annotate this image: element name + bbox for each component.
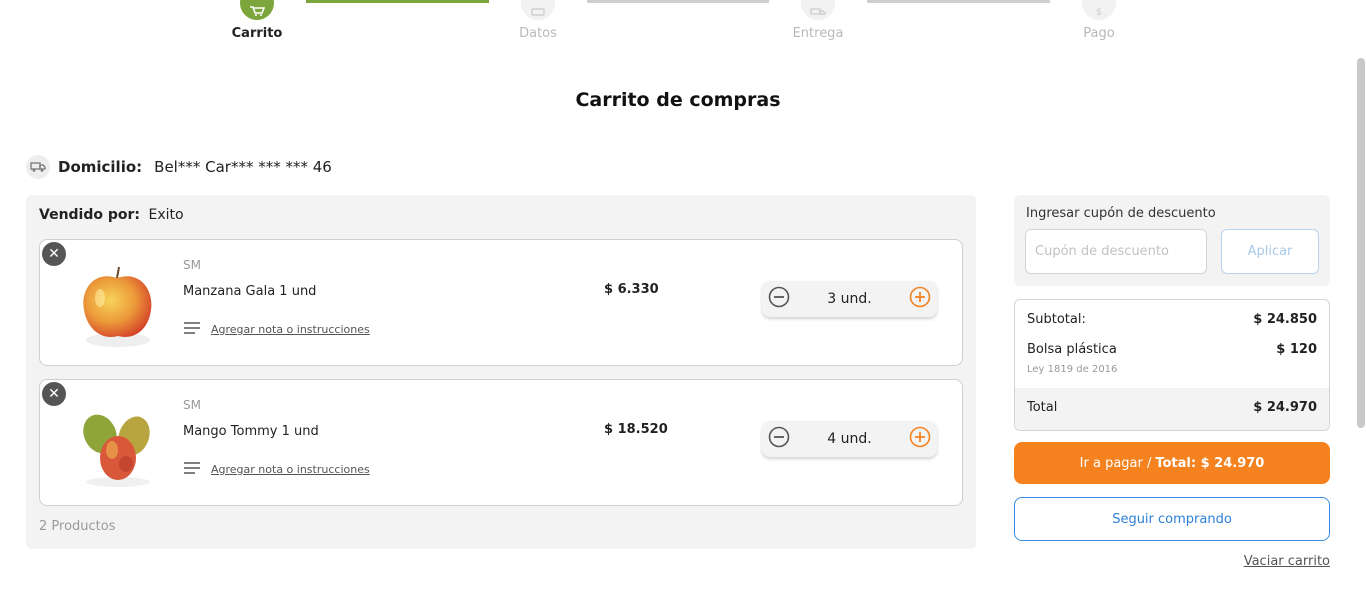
empty-cart-link[interactable]: Vaciar carrito [1214, 554, 1330, 569]
total-value: $ 24.970 [1253, 400, 1317, 415]
quantity-stepper: 4 und. [762, 421, 937, 457]
seller-name: Exito [148, 207, 184, 223]
step-carrito[interactable]: Carrito [212, 0, 302, 41]
step-label: Entrega [792, 26, 844, 41]
checkout-stepper: Carrito Datos Entrega $ Pago [0, 0, 1366, 50]
quantity-stepper: 3 und. [762, 281, 937, 317]
scrollbar-thumb[interactable] [1357, 58, 1365, 428]
remove-item-button[interactable]: ✕ [42, 242, 66, 266]
apply-coupon-button[interactable]: Aplicar [1221, 229, 1319, 274]
step-label: Carrito [231, 26, 283, 41]
product-image-mango[interactable] [74, 388, 160, 494]
plus-circle-icon [909, 426, 931, 448]
bag-label: Bolsa plástica [1027, 342, 1117, 357]
subtotal-value: $ 24.850 [1253, 312, 1317, 327]
step-label: Datos [519, 26, 557, 41]
add-note-label[interactable]: Agregar nota o instrucciones [211, 323, 370, 336]
money-icon: $ [1082, 0, 1116, 20]
minus-circle-icon [768, 426, 790, 448]
truck-icon [801, 0, 835, 20]
product-price: $ 18.520 [604, 422, 668, 437]
step-pago[interactable]: $ Pago [1054, 0, 1144, 41]
continue-shopping-button[interactable]: Seguir comprando [1014, 497, 1330, 541]
increment-button[interactable] [909, 426, 931, 452]
product-brand: SM [183, 398, 201, 412]
increment-button[interactable] [909, 286, 931, 312]
page-scrollbar[interactable] [1356, 58, 1366, 428]
cart-items-panel: Vendido por: Exito ✕ SM Manzana Gala 1 u… [26, 195, 976, 549]
id-card-icon [521, 0, 555, 20]
seller-label: Vendido por: [39, 207, 141, 223]
total-row: Total $ 24.970 [1027, 400, 1317, 415]
stepper-line-3 [867, 0, 1050, 3]
plus-circle-icon [909, 286, 931, 308]
add-note-link[interactable]: Agregar nota o instrucciones [183, 322, 370, 337]
address-label: Domicilio: [58, 158, 143, 176]
subtotal-label: Subtotal: [1027, 312, 1086, 327]
minus-circle-icon [768, 286, 790, 308]
menu-lines-icon [183, 462, 201, 477]
close-icon: ✕ [48, 246, 60, 262]
cart-item: ✕ SM Mango Tommy 1 und Agregar nota o in… [39, 379, 963, 506]
step-label: Pago [1083, 26, 1115, 41]
order-summary: Subtotal: $ 24.850 Bolsa plástica $ 120 … [1014, 299, 1330, 431]
bag-row: Bolsa plástica $ 120 [1027, 342, 1317, 357]
stepper-line-2 [587, 0, 769, 3]
checkout-label: Ir a pagar / [1079, 455, 1152, 471]
product-image-apple[interactable] [74, 248, 160, 354]
page-title: Carrito de compras [575, 89, 781, 111]
coupon-section: Ingresar cupón de descuento Aplicar [1014, 195, 1330, 286]
decrement-button[interactable] [768, 426, 790, 452]
product-name[interactable]: Mango Tommy 1 und [183, 424, 319, 439]
cart-icon [240, 0, 274, 20]
bag-law-note: Ley 1819 de 2016 [1027, 364, 1118, 375]
coupon-input[interactable] [1025, 229, 1207, 274]
step-entrega[interactable]: Entrega [773, 0, 863, 41]
stepper-line-1 [306, 0, 489, 3]
product-count: 2 Productos [39, 519, 116, 534]
bag-value: $ 120 [1276, 342, 1317, 357]
svg-text:$: $ [1096, 7, 1102, 16]
subtotal-row: Subtotal: $ 24.850 [1027, 312, 1317, 327]
product-name[interactable]: Manzana Gala 1 und [183, 284, 316, 299]
checkout-total: Total: $ 24.970 [1155, 455, 1265, 471]
add-note-label[interactable]: Agregar nota o instrucciones [211, 463, 370, 476]
address-value: Bel*** Car*** *** *** 46 [154, 158, 332, 176]
decrement-button[interactable] [768, 286, 790, 312]
seller-info: Vendido por: Exito [39, 207, 184, 223]
add-note-link[interactable]: Agregar nota o instrucciones [183, 462, 370, 477]
total-label: Total [1027, 400, 1058, 415]
step-datos[interactable]: Datos [493, 0, 583, 41]
quantity-value: 3 und. [827, 291, 872, 307]
product-price: $ 6.330 [604, 282, 659, 297]
quantity-value: 4 und. [827, 431, 872, 447]
truck-icon [26, 155, 50, 179]
delivery-address: Domicilio: Bel*** Car*** *** *** 46 [26, 155, 332, 179]
product-brand: SM [183, 258, 201, 272]
close-icon: ✕ [48, 386, 60, 402]
checkout-button[interactable]: Ir a pagar / Total: $ 24.970 [1014, 442, 1330, 484]
menu-lines-icon [183, 322, 201, 337]
coupon-label: Ingresar cupón de descuento [1026, 206, 1216, 221]
remove-item-button[interactable]: ✕ [42, 382, 66, 406]
cart-item: ✕ SM Manzana Gala 1 und Agregar nota o i… [39, 239, 963, 366]
